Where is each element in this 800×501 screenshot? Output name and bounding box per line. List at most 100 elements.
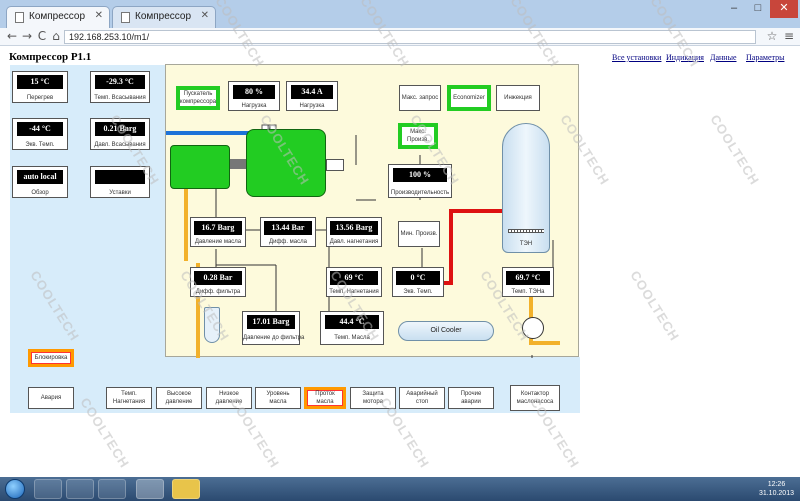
alarm-button[interactable]: Авария [28, 387, 74, 409]
setpoints-tile[interactable]: Уставки [90, 166, 150, 198]
compressor-icon [246, 129, 326, 197]
pre-filter-pressure-label: Давление до фильтра [243, 335, 305, 341]
oil-pressure-tile[interactable]: 16.7 Barg Давление масла [190, 217, 246, 247]
explorer-taskbar-icon[interactable] [34, 479, 62, 499]
max-capacity-button[interactable]: Макс. Произв. [398, 123, 438, 149]
suction-temp-label: Темп. Всасывания [94, 95, 146, 101]
emergency-stop-alarm[interactable]: Аварийный стоп [399, 387, 445, 409]
ie-taskbar-icon[interactable] [66, 479, 94, 499]
capacity-tile[interactable]: 100 % Производительность [388, 164, 452, 198]
oil-diff-tile[interactable]: 13.44 Bar Дифф. масла [260, 217, 316, 247]
forward-icon[interactable]: → [19, 28, 35, 46]
starter-button[interactable]: Пускатель компрессора [176, 86, 220, 110]
coupling-icon [230, 159, 246, 169]
link-parameters[interactable]: Параметры [746, 53, 784, 62]
pre-filter-pressure-value: 17.01 Barg [247, 315, 295, 329]
media-player-taskbar-icon[interactable] [98, 479, 126, 499]
os-taskbar: 12:26 31.10.2013 [0, 477, 800, 501]
suction-pressure-tile[interactable]: 0.21 Barg Давл. Всасывания [90, 118, 150, 150]
home-icon[interactable]: ⌂ [48, 28, 64, 46]
warning-taskbar-icon[interactable] [172, 479, 200, 499]
pre-filter-pressure-tile[interactable]: 17.01 Barg Давление до фильтра [242, 311, 305, 345]
link-data[interactable]: Данные [710, 53, 737, 62]
discharge-pressure-tile[interactable]: 13.56 Barg Давл. нагнетания [326, 217, 382, 247]
discharge-pressure-value: 13.56 Barg [330, 221, 378, 235]
page-icon [15, 12, 24, 23]
close-window-button[interactable]: ✕ [770, 0, 798, 18]
filter-diff-tile[interactable]: 0.28 Bar Дифф. фильтра [190, 267, 246, 297]
page-icon [121, 12, 130, 23]
close-tab-icon[interactable]: ✕ [201, 10, 209, 21]
setpoints-label: Уставки [109, 190, 131, 196]
overview-label: Обзор [31, 190, 49, 196]
min-capacity-button[interactable]: Мин. Произв. [398, 221, 440, 247]
suction-temp-tile[interactable]: -29.3 °C Темп. Всасывания [90, 71, 150, 103]
clock-date: 31.10.2013 [758, 490, 794, 497]
injection-button[interactable]: Инжекция [496, 85, 540, 111]
browser-tab[interactable]: Компрессор ✕ [112, 6, 216, 28]
browser-tab-bar: Компрессор ✕ Компрессор ✕ – □ ✕ [0, 0, 800, 28]
bookmark-star-icon[interactable]: ☆ [764, 28, 780, 46]
close-tab-icon[interactable]: ✕ [95, 10, 103, 21]
setpoints-value [95, 170, 145, 184]
back-icon[interactable]: ← [4, 28, 20, 46]
economizer-button[interactable]: Economizer [447, 85, 491, 111]
oil-pressure-value: 16.7 Barg [194, 221, 242, 235]
link-all-units[interactable]: Все установки [612, 53, 661, 62]
equiv-temp-value: -44 °C [17, 122, 63, 136]
heater-temp-tile[interactable]: 69.7 °C Темп. ТЭНа [502, 267, 554, 297]
mode-value: auto local [17, 170, 63, 184]
heater-label: ТЭН [519, 241, 533, 247]
overview-tile[interactable]: auto local Обзор [12, 166, 68, 198]
high-pressure-alarm[interactable]: Высокое давление [156, 387, 202, 409]
outlet-flange-icon [326, 159, 344, 171]
motor-protection-alarm[interactable]: Защита мотора [350, 387, 396, 409]
motor-icon [170, 145, 230, 189]
discharge-temp-alarm[interactable]: Темп. Нагнетания [106, 387, 152, 409]
filter-diff-label: Дифф. фильтра [195, 289, 241, 295]
oil-cooler-label: Oil Cooler [430, 327, 462, 334]
equiv-temp-tile[interactable]: -44 °C Экв. Темп. [12, 118, 68, 150]
other-alarms-button[interactable]: Прочие аварии [448, 387, 494, 409]
browser-toolbar: ← → C ⌂ 192.168.253.10/m1/ ☆ ≡ [0, 28, 800, 46]
maximize-button[interactable]: □ [746, 0, 770, 18]
tab-title: Компрессор [135, 11, 192, 22]
address-bar[interactable]: 192.168.253.10/m1/ [64, 30, 756, 44]
oil-level-alarm[interactable]: Уровень масла [255, 387, 301, 409]
oil-temp-label: Темп. Масла [334, 335, 370, 341]
load-tile[interactable]: 80 % Нагрузка [228, 81, 280, 111]
current-label: Нагрузка [299, 103, 325, 109]
suction-pressure-label: Давл. Всасывания [94, 142, 146, 148]
discharge-temp-value: 69 °C [330, 271, 378, 285]
capacity-value: 100 % [393, 168, 447, 182]
oil-flow-alarm[interactable]: Проток масла [304, 387, 346, 409]
current-tile[interactable]: 34.4 A Нагрузка [286, 81, 338, 111]
browser-tab-active[interactable]: Компрессор ✕ [6, 6, 110, 28]
lock-button[interactable]: Блокировка [28, 349, 74, 367]
discharge-temp-tile[interactable]: 69 °C Темп. Нагнетания [326, 267, 382, 297]
process-diagram: Пускатель компрессора 80 % Нагрузка 34.4… [165, 64, 579, 358]
equiv-temp2-value: 0 °C [396, 271, 440, 285]
capacity-label: Производительность [390, 190, 450, 196]
start-button[interactable] [5, 479, 25, 499]
load-label: Нагрузка [241, 103, 267, 109]
oil-temp-tile[interactable]: 44.4 °C Темп. Масла [320, 311, 384, 345]
superheat-label: Перегрев [26, 95, 54, 101]
superheat-tile[interactable]: 15 °C Перегрев [12, 71, 68, 103]
current-value: 34.4 A [291, 85, 333, 99]
oil-diff-value: 13.44 Bar [264, 221, 312, 235]
superheat-value: 15 °C [17, 75, 63, 89]
page-content: Компрессор Р1.1 Все установки Индикация … [0, 47, 800, 477]
tab-title: Компрессор [29, 11, 86, 22]
link-indication[interactable]: Индикация [666, 53, 704, 62]
menu-icon[interactable]: ≡ [781, 28, 797, 46]
minimize-button[interactable]: – [722, 0, 746, 18]
system-clock[interactable]: 12:26 31.10.2013 [759, 480, 794, 498]
oil-pump-contactor-button[interactable]: Контактор маслонасоса [510, 385, 560, 411]
max-request-button[interactable]: Макс. запрос [399, 85, 441, 111]
low-pressure-alarm[interactable]: Низкое давление [206, 387, 252, 409]
suction-temp-value: -29.3 °C [95, 75, 145, 89]
equiv-temp2-tile[interactable]: 0 °C Экв. Темп. [392, 267, 444, 297]
oil-cooler-icon: Oil Cooler [398, 321, 494, 341]
chrome-taskbar-icon[interactable] [136, 479, 164, 499]
